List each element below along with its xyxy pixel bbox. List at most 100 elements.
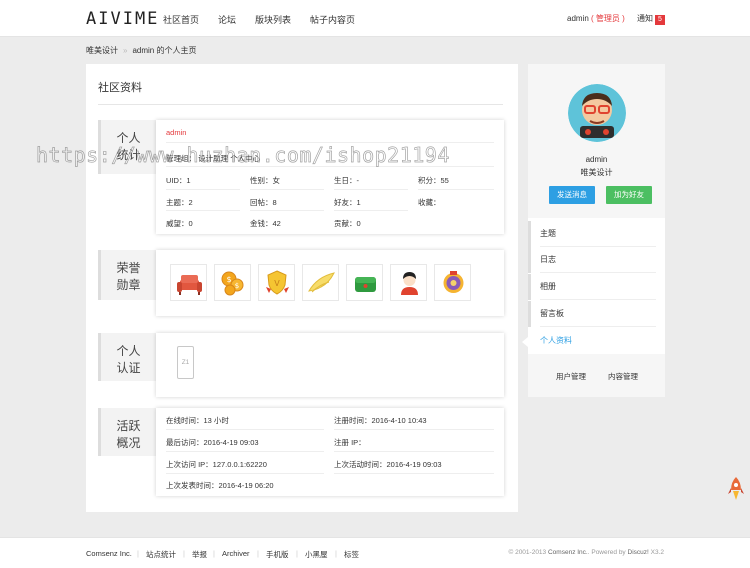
row-divider [418, 189, 494, 190]
row-divider [166, 429, 324, 430]
section-stats: 个人 统计 admin 管理组： 设计助理 个人中心 UID：1 性别：女 生日：… [98, 120, 505, 234]
footer-separator: | [183, 549, 185, 558]
sidebar-item-label: 留言板 [540, 309, 564, 318]
field-online-time: 在线时间：13 小时 [166, 415, 229, 426]
field-value: 1 [186, 176, 191, 185]
phone-icon[interactable]: Z1 [177, 346, 194, 379]
powered-product[interactable]: Discuz! [628, 549, 649, 556]
sidebar-item-label: 相册 [540, 282, 556, 291]
row-divider [166, 189, 240, 190]
field-label: 最后访问： [166, 438, 204, 447]
current-user[interactable]: admin ( 管理员 ) [567, 13, 625, 24]
field-value: 55 [440, 176, 449, 185]
sidebar-admin-links: 用户管理 内容管理 [528, 354, 665, 397]
field-label: 主题： [166, 198, 189, 207]
nav-item-board-list[interactable]: 版块列表 [255, 13, 291, 26]
sidebar-item-guestbook[interactable]: 留言板 [528, 301, 665, 327]
sidebar-item-topics[interactable]: 主题 [528, 221, 665, 247]
field-replies: 回帖：8 [250, 197, 277, 208]
notice-link[interactable]: 通知 5 [637, 13, 665, 25]
field-register-ip: 注册 IP： [334, 437, 366, 448]
avatar[interactable] [568, 84, 626, 142]
row-divider [250, 189, 324, 190]
footer-separator: | [335, 549, 337, 558]
powered-by-label: Powered by [591, 549, 626, 556]
field-value: 2016-4-19 09:03 [203, 438, 259, 447]
content-management-link[interactable]: 内容管理 [608, 371, 638, 382]
field-label: 上次访问 IP： [166, 460, 213, 469]
breadcrumb-home[interactable]: 唯美设计 [86, 46, 118, 55]
section-activity-label: 活跃 概况 [98, 408, 156, 456]
shield-medal-icon[interactable]: V [258, 264, 295, 301]
nav-item-post-page[interactable]: 帖子内容页 [310, 13, 355, 26]
breadcrumb-current: admin 的个人主页 [132, 46, 197, 55]
watermark-text: https://www.huzhan.com/ishop21194 [36, 143, 450, 168]
profile-sidebar: admin 唯美设计 发送消息 加为好友 主题 日志 相册 留言板 个人资料 用… [522, 64, 665, 397]
footer-link-stats[interactable]: 站点统计 [146, 549, 176, 560]
field-label: UID： [166, 176, 187, 185]
field-value[interactable]: 1 [357, 198, 361, 207]
field-value: 127.0.0.1:62220 [212, 460, 267, 469]
field-birthday: 生日：- [334, 175, 359, 186]
field-value: - [356, 176, 360, 185]
girl-avatar-icon[interactable] [390, 264, 427, 301]
current-user-role[interactable]: 管理员 [596, 14, 620, 23]
field-label: 注册 IP： [334, 438, 366, 447]
field-label: 积分： [418, 176, 441, 185]
field-value: 13 小时 [203, 416, 229, 425]
rocket-icon[interactable] [727, 476, 745, 502]
copyright-company[interactable]: Comsenz Inc. [548, 549, 588, 556]
field-value[interactable]: 8 [273, 198, 277, 207]
field-label: 上次活动时间： [334, 460, 387, 469]
field-label: 注册时间： [334, 416, 372, 425]
field-label: 好友： [334, 198, 357, 207]
active-pointer-arrow [522, 337, 528, 347]
add-friend-button[interactable]: 加为好友 [606, 186, 652, 204]
phone-icon-text: Z1 [181, 359, 190, 366]
footer-link-company[interactable]: Comsenz Inc. [86, 549, 132, 558]
footer-link-blackroom[interactable]: 小黑屋 [305, 549, 328, 560]
send-message-button[interactable]: 发送消息 [549, 186, 595, 204]
footer-link-report[interactable]: 举报 [192, 549, 207, 560]
svg-text:V: V [274, 279, 280, 288]
profile-username[interactable]: admin [166, 128, 186, 137]
sidebar-item-album[interactable]: 相册 [528, 274, 665, 300]
row-divider [334, 189, 408, 190]
field-value: 2016-4-19 06:20 [218, 481, 274, 490]
row-divider [166, 210, 240, 211]
field-friends: 好友：1 [334, 197, 361, 208]
green-box-icon[interactable] [346, 264, 383, 301]
version-label: X3.2 [650, 549, 664, 556]
nav-item-home[interactable]: 社区首页 [163, 13, 199, 26]
title-divider [98, 104, 503, 105]
section-activity: 活跃 概况 在线时间：13 小时 注册时间：2016-4-10 10:43 最后访… [98, 408, 505, 496]
row-divider [250, 210, 324, 211]
purple-badge-icon[interactable] [434, 264, 471, 301]
section-stats-box: admin 管理组： 设计助理 个人中心 UID：1 性别：女 生日：- 积分：… [156, 120, 504, 234]
field-money: 金钱：42 [250, 218, 281, 229]
sofa-icon[interactable] [170, 264, 207, 301]
sidebar-user-group: 唯美设计 [580, 168, 613, 177]
field-contribution: 贡献：0 [334, 218, 361, 229]
user-management-link[interactable]: 用户管理 [556, 371, 586, 382]
footer-link-tags[interactable]: 标签 [344, 549, 359, 560]
current-user-name[interactable]: admin [567, 14, 589, 23]
nav-item-forum[interactable]: 论坛 [218, 13, 236, 26]
section-medals-box: $ $ V [156, 250, 504, 316]
top-bar: AIVIME 社区首页 论坛 版块列表 帖子内容页 admin ( 管理员 ) … [0, 0, 750, 37]
section-activity-box: 在线时间：13 小时 注册时间：2016-4-10 10:43 最后访问：201… [156, 408, 504, 496]
sidebar-item-profile[interactable]: 个人资料 [528, 328, 665, 354]
footer-link-archiver[interactable]: Archiver [222, 549, 250, 558]
sidebar-username[interactable]: admin [528, 155, 665, 164]
wing-icon[interactable] [302, 264, 339, 301]
menu-divider [540, 299, 656, 300]
footer-link-mobile[interactable]: 手机版 [266, 549, 289, 560]
row-divider [166, 451, 324, 452]
field-label: 回帖： [250, 198, 273, 207]
site-logo[interactable]: AIVIME [86, 9, 159, 29]
coins-icon[interactable]: $ $ [214, 264, 251, 301]
sidebar-item-blog[interactable]: 日志 [528, 247, 665, 273]
copyright: © 2001-2013 Comsenz Inc.. Powered by Dis… [508, 549, 664, 556]
footer-separator: | [257, 549, 259, 558]
field-value[interactable]: 2 [189, 198, 193, 207]
